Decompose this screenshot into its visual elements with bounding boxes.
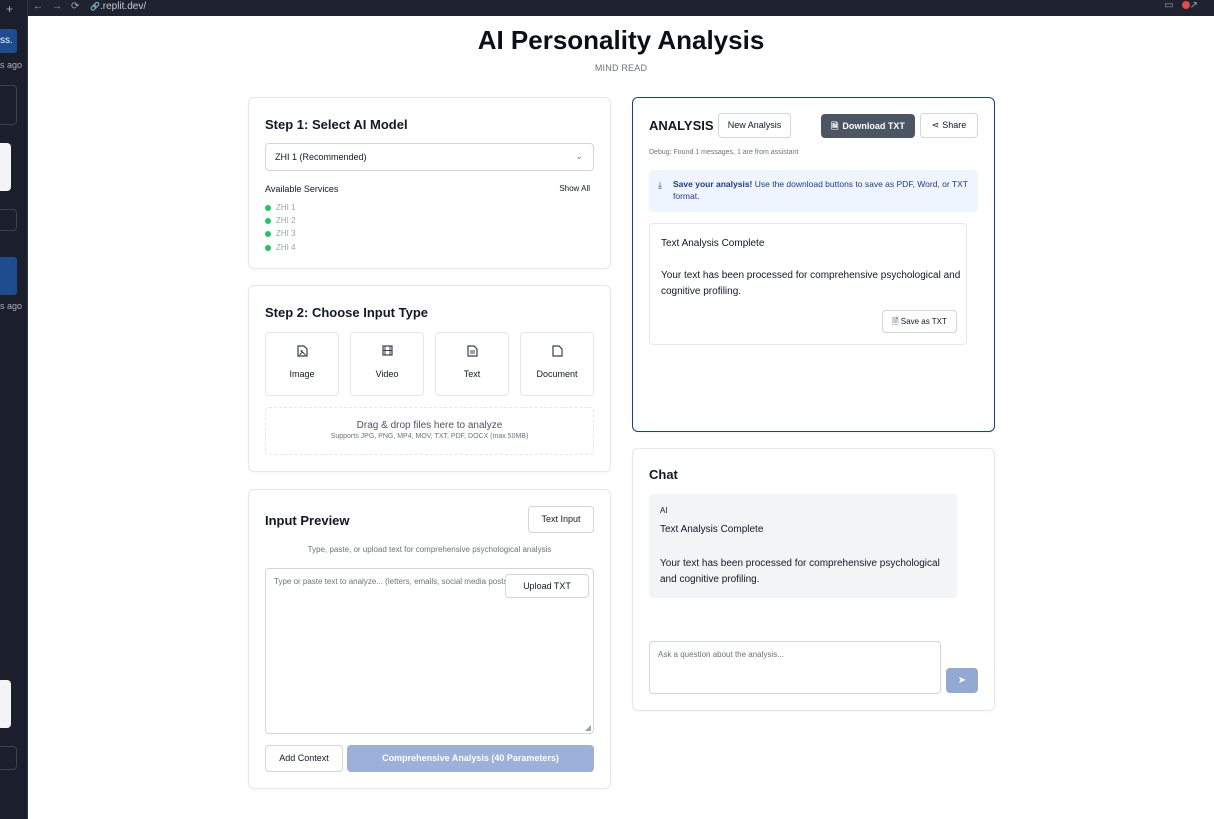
file-dropzone[interactable]: Drag & drop files here to analyze Suppor… [265, 407, 594, 455]
status-dot-icon [265, 204, 271, 211]
dropzone-title: Drag & drop files here to analyze [356, 420, 503, 431]
save-notice-bold: Save your analysis! [673, 179, 753, 189]
text-type-button[interactable]: Text [435, 332, 509, 396]
file-icon: 🗎 [831, 121, 839, 131]
share-icon: ⋖ [931, 120, 940, 130]
image-type-label: Image [289, 369, 315, 379]
notification-badge-icon[interactable] [1181, 1, 1190, 10]
step2-title: Step 2: Choose Input Type [265, 305, 428, 320]
external-link-icon[interactable]: ↗ [1190, 0, 1206, 11]
upload-txt-button[interactable]: Upload TXT [505, 574, 589, 598]
input-preview-title: Input Preview [265, 513, 350, 528]
model-select-value: ZHI 1 (Recommended) [275, 152, 367, 162]
add-context-button[interactable]: Add Context [265, 745, 343, 772]
side-panel-box[interactable] [0, 85, 17, 125]
download-icon: ⤓ [658, 180, 662, 190]
dropzone-subtitle: Supports JPG, PNG, MP4, MOV, TXT, PDF, D… [330, 433, 529, 440]
chat-title: Chat [649, 467, 678, 482]
analysis-result: Text Analysis Complete Your text has bee… [649, 223, 967, 345]
new-analysis-button[interactable]: New Analysis [718, 113, 791, 138]
side-panel-thumbnail-2 [0, 680, 11, 728]
result-body: Your text has been processed for compreh… [661, 270, 961, 297]
document-type-button[interactable]: Document [520, 332, 594, 396]
service-item: ZHI 3 [265, 229, 296, 238]
image-type-button[interactable]: Image [265, 332, 339, 396]
model-select[interactable]: ZHI 1 (Recommended) ⌄ [265, 143, 594, 171]
analysis-title: ANALYSIS [649, 118, 714, 133]
page-subtitle: MIND READ [594, 63, 648, 73]
save-as-txt-button[interactable]: 🗎 Save as TXT [882, 310, 957, 333]
select-model-card: Step 1: Select AI Model ZHI 1 (Recommend… [248, 97, 611, 269]
document-type-label: Document [536, 369, 578, 379]
message-sender: AI [660, 506, 668, 515]
analysis-card: ANALYSIS New Analysis 🗎 Download TXT ⋖ Sha… [632, 97, 995, 432]
address-bar[interactable]: 🔗.replit.dev/ [90, 1, 146, 12]
chat-input[interactable]: Ask a question about the analysis... [649, 641, 941, 694]
image-file-icon [266, 345, 338, 360]
debug-text: Debug: Found 1 messages, 1 are from assi… [649, 149, 799, 156]
chat-input-placeholder: Ask a question about the analysis... [658, 650, 784, 659]
devices-icon[interactable]: ▭ [1164, 0, 1181, 11]
status-dot-icon [265, 217, 271, 224]
service-item: ZHI 2 [265, 216, 296, 225]
message-heading: Text Analysis Complete [660, 524, 764, 535]
service-name: ZHI 2 [276, 216, 296, 225]
add-icon[interactable]: + [6, 2, 13, 16]
side-panel-button-label: ss. [0, 35, 13, 46]
side-panel: + ss. s ago s ago [0, 0, 28, 819]
film-icon [351, 345, 423, 359]
input-hint: Type, paste, or upload text for comprehe… [307, 545, 552, 554]
share-button[interactable]: ⋖ Share [920, 113, 978, 138]
resize-handle-icon[interactable]: ◢ [585, 723, 591, 732]
textarea-placeholder: Type or paste text to analyze... (letter… [274, 577, 528, 586]
save-notice: ⤓ Save your analysis! Use the download b… [649, 170, 978, 212]
side-panel-dropdown[interactable] [0, 209, 17, 231]
chevron-down-icon: ⌄ [575, 151, 583, 161]
message-body: Your text has been processed for compreh… [660, 558, 940, 585]
step1-title: Step 1: Select AI Model [265, 117, 408, 132]
status-dot-icon [265, 244, 271, 251]
service-name: ZHI 1 [276, 203, 296, 212]
browser-toolbar: ←→⟳ 🔗.replit.dev/ ▭ ↗ [0, 0, 1214, 16]
share-label: Share [942, 120, 967, 130]
video-type-button[interactable]: Video [350, 332, 424, 396]
input-preview-card: Input Preview Text Input Type, paste, or… [248, 489, 611, 789]
chat-card: Chat AI Text Analysis Complete Your text… [632, 448, 995, 711]
chat-message: AI Text Analysis Complete Your text has … [649, 494, 957, 598]
input-type-card: Step 2: Choose Input Type Image Video Te… [248, 285, 611, 472]
side-panel-dropdown-2[interactable] [0, 746, 17, 770]
page-title: AI Personality Analysis [477, 25, 765, 55]
document-icon [521, 345, 593, 360]
url-text: .replit.dev/ [99, 1, 147, 12]
show-all-button[interactable]: Show All [559, 184, 590, 193]
available-services-label: Available Services [265, 184, 339, 194]
result-heading: Text Analysis Complete [661, 238, 765, 249]
side-panel-thumbnail [0, 143, 11, 191]
send-button[interactable]: ➤ [946, 668, 978, 693]
comprehensive-analysis-button[interactable]: Comprehensive Analysis (40 Parameters) [347, 745, 594, 772]
side-panel-border [27, 0, 28, 819]
download-txt-button[interactable]: 🗎 Download TXT [821, 114, 915, 138]
browser-right-icons: ▭ ↗ [1164, 0, 1206, 11]
video-type-label: Video [375, 369, 399, 379]
browser-nav-buttons[interactable]: ←→⟳ [33, 1, 88, 12]
service-item: ZHI 1 [265, 203, 296, 212]
text-type-label: Text [463, 369, 481, 379]
service-name: ZHI 4 [276, 243, 296, 252]
side-panel-button[interactable]: ss. [0, 29, 17, 53]
text-input-button[interactable]: Text Input [528, 506, 594, 533]
side-panel-highlight[interactable] [0, 257, 17, 295]
link-icon: 🔗 [90, 2, 100, 11]
timestamp-2: s ago [0, 301, 23, 311]
service-item: ZHI 4 [265, 243, 296, 252]
status-dot-icon [265, 230, 271, 237]
text-file-icon [436, 345, 508, 360]
service-name: ZHI 3 [276, 229, 296, 238]
timestamp: s ago [0, 60, 23, 70]
download-txt-label: Download TXT [842, 121, 905, 131]
send-icon: ➤ [957, 675, 967, 686]
save-as-txt-label: Save as TXT [900, 317, 947, 326]
file-icon: 🗎 [892, 317, 901, 326]
